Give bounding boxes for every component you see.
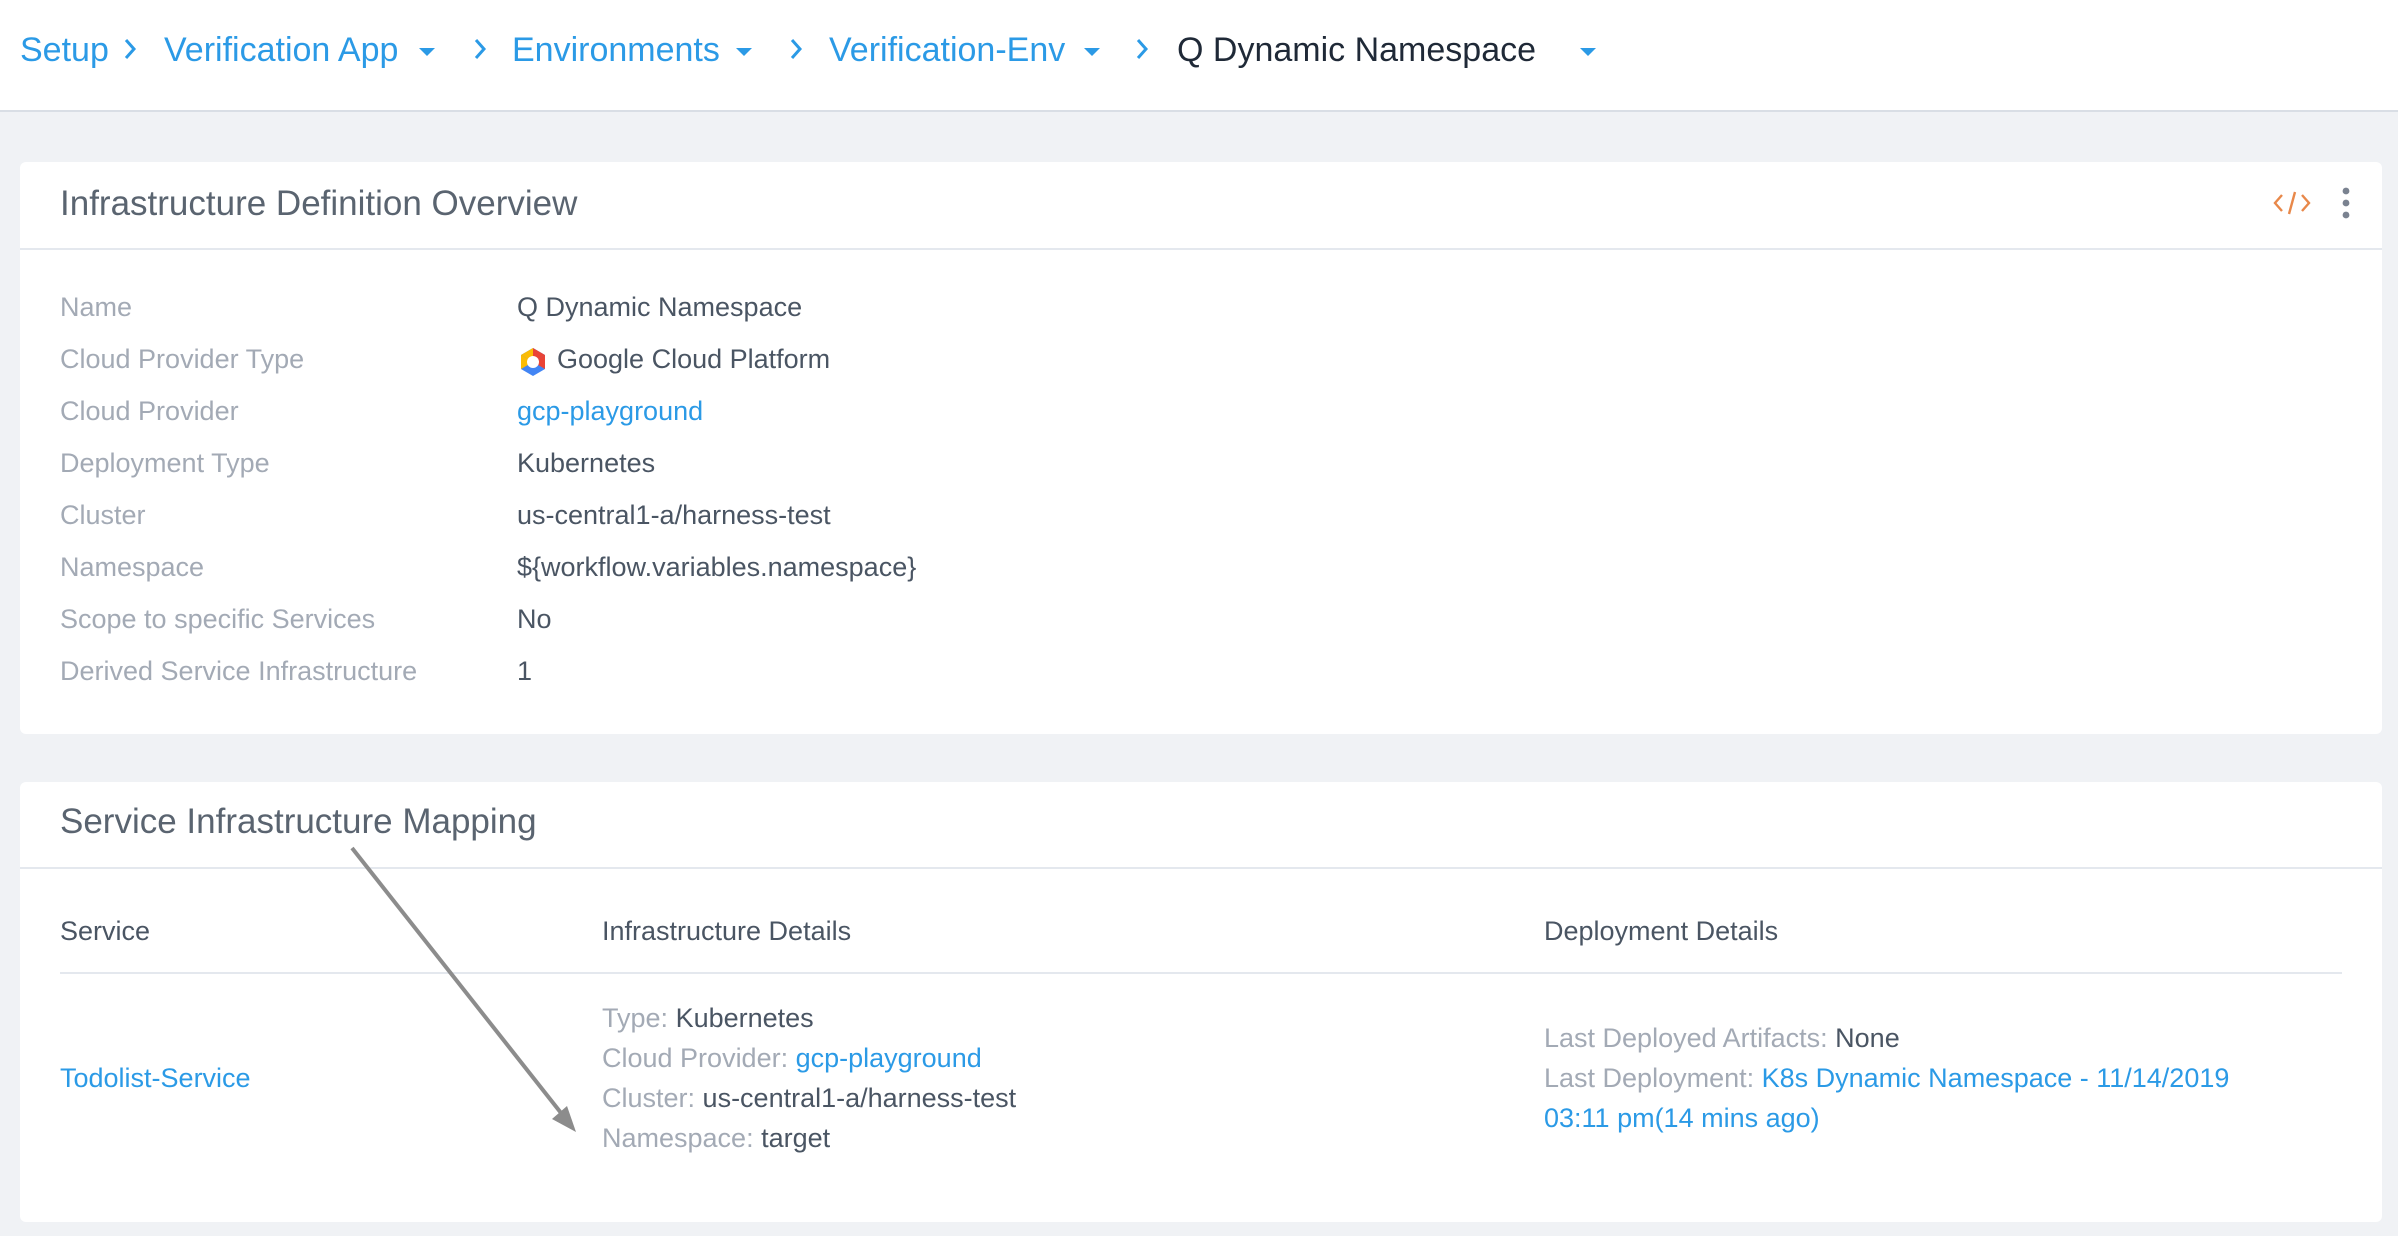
table-header-divider	[60, 972, 2342, 974]
breadcrumb-verification-env[interactable]: Verification-Env	[829, 26, 1065, 74]
field-value-deployment-type: Kubernetes	[517, 448, 656, 478]
column-header-infrastructure: Infrastructure Details	[602, 916, 852, 946]
chevron-down-icon[interactable]	[419, 48, 435, 56]
service-link[interactable]: Todolist-Service	[60, 1058, 251, 1098]
field-value-derived: 1	[517, 656, 533, 686]
field-label-cloud-provider-type: Cloud Provider Type	[60, 344, 305, 374]
field-label-cluster: Cluster	[60, 500, 146, 530]
field-label-cloud-provider: Cloud Provider	[60, 396, 239, 426]
column-header-deployment: Deployment Details	[1544, 916, 1779, 946]
mapping-title: Service Infrastructure Mapping	[60, 802, 537, 841]
chevron-down-icon[interactable]	[1084, 48, 1100, 56]
divider	[20, 248, 2382, 250]
deploy-artifacts: Last Deployed Artifacts: None	[1544, 1023, 1900, 1053]
field-label-deployment-type: Deployment Type	[60, 448, 270, 478]
more-vertical-icon[interactable]	[2340, 186, 2352, 220]
infra-cloud-provider-link[interactable]: gcp-playground	[796, 1043, 982, 1073]
chevron-down-icon[interactable]	[736, 48, 752, 56]
field-value-scope: No	[517, 604, 552, 634]
breadcrumb-environments[interactable]: Environments	[512, 26, 720, 74]
field-value-name: Q Dynamic Namespace	[517, 292, 803, 322]
breadcrumb-verification-app[interactable]: Verification App	[164, 26, 398, 74]
field-label-namespace: Namespace	[60, 552, 205, 582]
chevron-right-icon	[1136, 39, 1149, 59]
chevron-right-icon	[790, 39, 803, 59]
infra-cloud-provider: Cloud Provider: gcp-playground	[602, 1043, 982, 1073]
chevron-down-icon[interactable]	[1580, 48, 1596, 56]
cloud-provider-link[interactable]: gcp-playground	[517, 396, 703, 427]
divider	[20, 867, 2382, 869]
field-label-name: Name	[60, 292, 133, 322]
field-label-scope: Scope to specific Services	[60, 604, 376, 634]
code-icon[interactable]	[2272, 188, 2312, 218]
field-value-cloud-provider-type: Google Cloud Platform	[557, 344, 831, 374]
field-value-cluster: us-central1-a/harness-test	[517, 500, 831, 530]
overview-card: Infrastructure Definition Overview Name …	[20, 162, 2382, 734]
chevron-right-icon	[474, 39, 487, 59]
chevron-right-icon	[124, 39, 137, 59]
infra-cluster: Cluster: us-central1-a/harness-test	[602, 1083, 1017, 1113]
column-header-service: Service	[60, 916, 151, 946]
gcp-logo-icon	[521, 348, 545, 376]
infra-namespace: Namespace: target	[602, 1123, 831, 1153]
overview-title: Infrastructure Definition Overview	[60, 184, 578, 223]
infra-type: Type: Kubernetes	[602, 1003, 814, 1033]
last-deployment-link-continued[interactable]: 03:11 pm(14 mins ago)	[1544, 1098, 1820, 1138]
breadcrumb: Setup Verification App Environments Veri…	[0, 0, 2398, 112]
breadcrumb-setup[interactable]: Setup	[20, 26, 109, 74]
field-label-derived: Derived Service Infrastructure	[60, 656, 418, 686]
last-deployment-link[interactable]: K8s Dynamic Namespace - 11/14/2019	[1762, 1063, 2230, 1093]
deploy-last: Last Deployment: K8s Dynamic Namespace -…	[1544, 1063, 2230, 1093]
mapping-card: Service Infrastructure Mapping Service I…	[20, 782, 2382, 1222]
breadcrumb-current: Q Dynamic Namespace	[1177, 31, 1537, 69]
field-value-namespace: ${workflow.variables.namespace}	[517, 552, 917, 582]
